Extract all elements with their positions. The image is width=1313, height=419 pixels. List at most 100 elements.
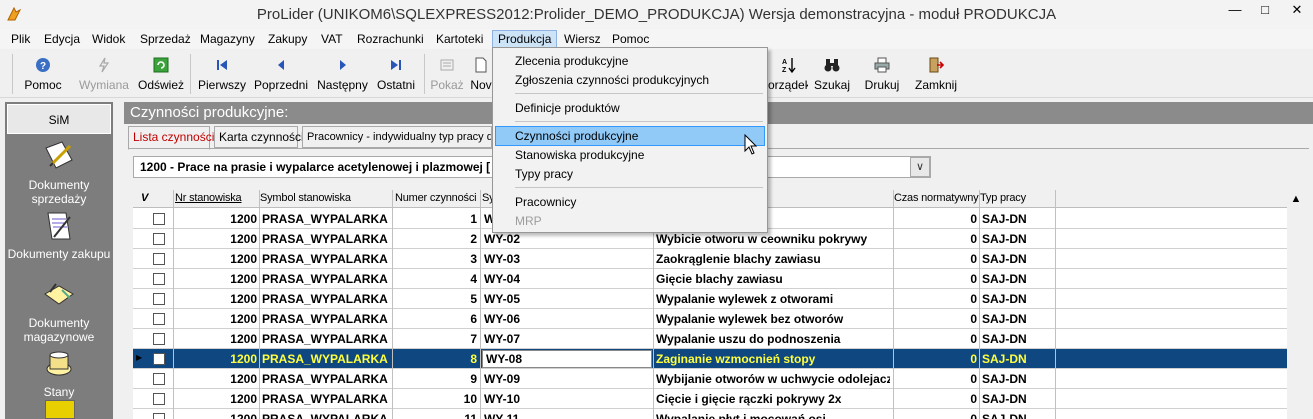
table-row[interactable]: 1200 PRASA_WYPALARKA 9 WY-09 Wybijanie otwor… xyxy=(133,369,1287,389)
last-button[interactable]: Ostatni xyxy=(374,54,418,94)
row-checkbox[interactable] xyxy=(153,313,165,325)
menu-item-typy-pracy[interactable]: Typy pracy xyxy=(495,164,765,184)
sidebar-header[interactable]: SiM xyxy=(7,104,111,134)
new-label: Nov xyxy=(470,78,492,92)
cell-typ-pracy: SAJ-DN xyxy=(982,352,1027,366)
column-header-czas-normatywny[interactable]: Czas normatywny xyxy=(894,192,979,204)
next-button[interactable]: Następny xyxy=(315,54,370,94)
sidebar-item-sales-documents[interactable]: Dokumenty sprzedaży xyxy=(5,140,113,206)
close-window-label: Zamknij xyxy=(914,78,957,92)
row-checkbox[interactable] xyxy=(153,233,165,245)
cell-numer-czynnosci: 1 xyxy=(470,212,477,226)
cell-symbol: WY-07 xyxy=(484,332,521,346)
column-header-check[interactable]: V xyxy=(141,192,148,204)
menu-kartoteki[interactable]: Kartoteki xyxy=(431,30,488,48)
menu-vat[interactable]: VAT xyxy=(316,30,348,48)
table-row[interactable]: 1200 PRASA_WYPALARKA 7 WY-07 Wypalanie uszu … xyxy=(133,329,1287,349)
menu-item-pracownicy[interactable]: Pracownicy xyxy=(495,192,765,212)
row-checkbox[interactable] xyxy=(153,293,165,305)
row-checkbox[interactable] xyxy=(153,393,165,405)
menu-separator xyxy=(515,121,763,122)
menu-magazyny[interactable]: Magazyny xyxy=(195,30,260,48)
menu-edycja[interactable]: Edycja xyxy=(39,30,85,48)
menu-item-definicje-produktow[interactable]: Definicje produktów xyxy=(495,98,765,118)
row-checkbox[interactable] xyxy=(153,353,165,365)
sidebar-item-purchase-documents[interactable]: Dokumenty zakupu xyxy=(5,209,113,261)
minimize-button[interactable]: — xyxy=(1221,0,1249,22)
last-label: Ostatni xyxy=(376,78,415,92)
column-divider xyxy=(893,190,894,419)
help-button[interactable]: ? Pomoc xyxy=(20,54,66,94)
new-icon xyxy=(475,57,487,73)
last-icon xyxy=(391,60,401,70)
menu-produkcja[interactable]: Produkcja xyxy=(492,30,558,48)
row-checkbox[interactable] xyxy=(153,273,165,285)
first-button[interactable]: Pierwszy xyxy=(197,54,247,94)
menu-item-zgloszenia-czynnosci[interactable]: Zgłoszenia czynności produkcyjnych xyxy=(495,70,765,90)
previous-button[interactable]: Poprzedni xyxy=(252,54,310,94)
print-button[interactable]: Drukuj xyxy=(860,54,904,94)
cell-typ-pracy: SAJ-DN xyxy=(982,292,1027,306)
refresh-icon xyxy=(153,57,169,73)
sort-label: orządek xyxy=(768,78,808,92)
exit-icon xyxy=(929,57,945,73)
scroll-up-icon[interactable]: ▲ xyxy=(1287,190,1305,208)
tab-karta-czynnosci[interactable]: Karta czynności xyxy=(214,126,304,148)
menu-item-czynnosci-produkcyjne[interactable]: Czynności produkcyjne xyxy=(495,126,765,146)
menu-widok[interactable]: Widok xyxy=(87,30,130,48)
cell-czas-normatywny: 0 xyxy=(970,392,977,406)
menu-wiersz[interactable]: Wiersz xyxy=(559,30,606,48)
exchange-icon xyxy=(98,57,110,73)
sidebar-item-stock[interactable]: Stany xyxy=(5,347,113,399)
column-header-symbol-stanowiska[interactable]: Symbol stanowiska xyxy=(260,192,351,204)
table-row[interactable]: 1200 PRASA_WYPALARKA 4 WY-04 Gięcie blachy z… xyxy=(133,269,1287,289)
menu-pomoc[interactable]: Pomoc xyxy=(607,30,654,48)
sidebar-item-warehouse-documents[interactable]: Dokumenty magazynowe xyxy=(5,278,113,344)
row-checkbox[interactable] xyxy=(153,373,165,385)
row-checkbox[interactable] xyxy=(153,333,165,345)
table-row[interactable]: 1200 PRASA_WYPALARKA 10 WY-10 Cięcie i gięci… xyxy=(133,389,1287,409)
table-row[interactable]: ▶ 1200 PRASA_WYPALARKA 8 WY-08 Zaginanie wzmo… xyxy=(133,349,1287,369)
column-header-nr-stanowiska[interactable]: Nr stanowiska xyxy=(175,192,242,204)
menu-item-zlecenia-produkcyjne[interactable]: Zlecenia produkcyjne xyxy=(495,51,765,71)
menu-sprzedaz[interactable]: Sprzedaż xyxy=(135,30,196,48)
chevron-down-icon[interactable]: ∨ xyxy=(910,157,930,177)
cell-symbol-stanowiska: PRASA_WYPALARKA xyxy=(262,292,388,306)
cell-typ-pracy: SAJ-DN xyxy=(982,312,1027,326)
cell-symbol-editor[interactable]: WY-08 xyxy=(482,350,652,368)
exchange-label: Wymiana xyxy=(79,78,129,92)
menu-zakupy[interactable]: Zakupy xyxy=(263,30,312,48)
new-button[interactable]: Nov xyxy=(470,54,492,94)
help-icon: ? xyxy=(36,58,50,72)
tab-pracownicy[interactable]: Pracownicy - indywidualny typ pracy dl xyxy=(302,126,492,148)
cell-symbol-stanowiska: PRASA_WYPALARKA xyxy=(262,232,388,246)
table-row[interactable]: 1200 PRASA_WYPALARKA 11 WY-11 Wypalanie płyt… xyxy=(133,409,1287,419)
column-header-numer-czynnosci[interactable]: Numer czynności xyxy=(395,192,477,204)
refresh-button[interactable]: Odśwież xyxy=(137,54,185,94)
sort-icon: AZ xyxy=(782,58,796,74)
close-window-button[interactable]: Zamknij xyxy=(912,54,960,94)
close-button[interactable]: ✕ xyxy=(1283,0,1311,22)
vertical-scrollbar[interactable]: ▲ xyxy=(1287,190,1305,419)
table-row[interactable]: 1200 PRASA_WYPALARKA 6 WY-06 Wypalanie wylew… xyxy=(133,309,1287,329)
show-button[interactable]: Pokaż xyxy=(428,54,466,94)
table-row[interactable]: 1200 PRASA_WYPALARKA 3 WY-03 Zaokrąglenie bl… xyxy=(133,249,1287,269)
search-button[interactable]: Szukaj xyxy=(812,54,852,94)
sort-button[interactable]: AZ orządek xyxy=(768,54,808,94)
row-checkbox[interactable] xyxy=(153,253,165,265)
row-checkbox[interactable] xyxy=(153,413,165,419)
menu-plik[interactable]: Plik xyxy=(6,30,35,48)
cell-nr-stanowiska: 1200 xyxy=(230,392,257,406)
row-checkbox[interactable] xyxy=(153,213,165,225)
column-header-typ-pracy[interactable]: Typ pracy xyxy=(980,192,1026,204)
menu-rozrachunki[interactable]: Rozrachunki xyxy=(352,30,429,48)
maximize-button[interactable]: □ xyxy=(1251,0,1279,22)
cell-czas-normatywny: 0 xyxy=(970,232,977,246)
table-row[interactable]: 1200 PRASA_WYPALARKA 5 WY-05 Wypalanie wylew… xyxy=(133,289,1287,309)
tab-lista-czynnosci[interactable]: Lista czynności xyxy=(128,126,214,150)
cell-numer-czynnosci: 9 xyxy=(470,372,477,386)
next-label: Następny xyxy=(317,78,368,92)
exchange-button[interactable]: Wymiana xyxy=(76,54,132,94)
menu-item-stanowiska-produkcyjne[interactable]: Stanowiska produkcyjne xyxy=(495,145,765,165)
cell-czas-normatywny: 0 xyxy=(970,272,977,286)
